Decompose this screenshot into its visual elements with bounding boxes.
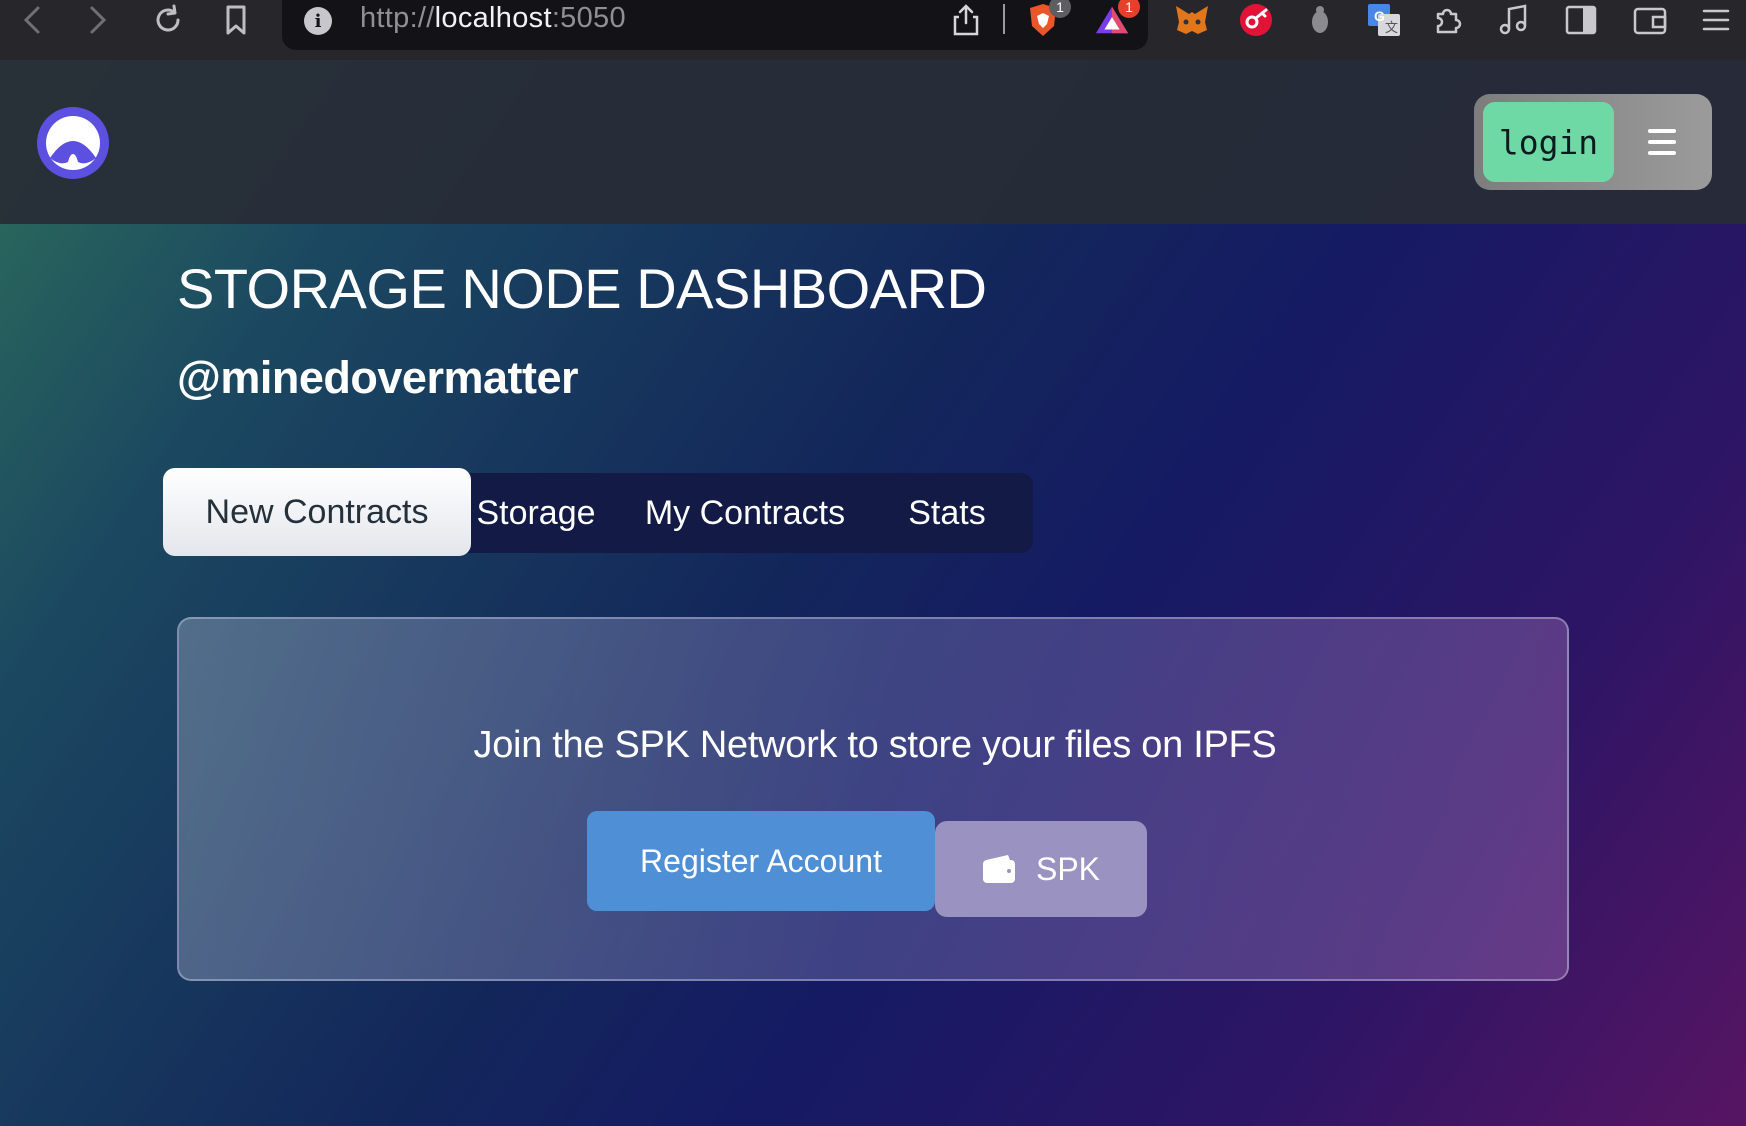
media-icon[interactable] xyxy=(1496,2,1532,38)
back-icon[interactable] xyxy=(12,0,52,40)
tab-new-contracts[interactable]: New Contracts xyxy=(163,468,471,556)
register-card: Join the SPK Network to store your files… xyxy=(177,617,1569,981)
translate-icon[interactable]: G文 xyxy=(1366,2,1402,38)
tab-stats[interactable]: Stats xyxy=(891,473,1003,553)
bookmark-icon[interactable] xyxy=(216,0,256,40)
address-bar[interactable]: i http://localhost:5050 xyxy=(282,0,1148,50)
wallet-icon xyxy=(982,855,1015,883)
extensions-icon[interactable] xyxy=(1430,2,1466,38)
spk-label: SPK xyxy=(1035,850,1101,887)
page-title: STORAGE NODE DASHBOARD xyxy=(177,257,987,320)
username: @minedovermatter xyxy=(177,352,579,403)
join-message: Join the SPK Network to store your files… xyxy=(473,724,1277,766)
reload-icon[interactable] xyxy=(148,0,188,40)
brave-rewards-icon[interactable]: 1 xyxy=(1094,0,1140,38)
sidebar-icon[interactable] xyxy=(1563,2,1599,38)
toolbar-divider xyxy=(1003,4,1005,34)
register-account-button[interactable]: Register Account xyxy=(587,811,935,911)
page-body: login STORAGE NODE DASHBOARD @minedoverm… xyxy=(0,60,1746,1126)
login-group: login xyxy=(1474,94,1712,190)
site-logo[interactable] xyxy=(36,106,110,180)
svg-text:文: 文 xyxy=(1385,20,1398,35)
tab-bar: New Contracts Storage My Contracts Stats xyxy=(163,468,1033,556)
tab-my-contracts[interactable]: My Contracts xyxy=(633,473,857,553)
browser-toolbar: i http://localhost:5050 1 1 G文 xyxy=(0,0,1746,60)
site-header: login xyxy=(0,60,1746,224)
metamask-icon[interactable] xyxy=(1174,2,1210,38)
url-text[interactable]: http://localhost:5050 xyxy=(360,2,626,35)
forward-icon[interactable] xyxy=(78,0,118,40)
hamburger-menu-icon[interactable] xyxy=(1634,114,1690,170)
wallet-icon[interactable] xyxy=(1632,2,1668,38)
spk-wallet-button[interactable]: SPK xyxy=(935,821,1147,917)
login-button[interactable]: login xyxy=(1483,102,1614,182)
keychain-icon[interactable] xyxy=(1238,2,1274,38)
share-icon[interactable] xyxy=(948,2,984,38)
bug-icon[interactable] xyxy=(1302,2,1338,38)
info-icon[interactable]: i xyxy=(304,7,332,35)
svg-text:G: G xyxy=(1374,8,1385,24)
brave-shields-icon[interactable]: 1 xyxy=(1025,0,1071,38)
tab-storage[interactable]: Storage xyxy=(471,473,601,553)
menu-icon[interactable] xyxy=(1698,2,1734,38)
